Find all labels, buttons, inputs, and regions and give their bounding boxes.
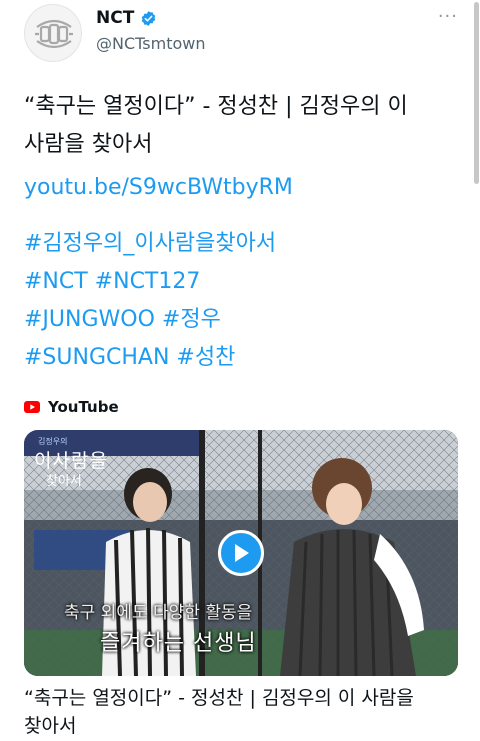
scrollbar-thumb[interactable] <box>474 2 479 184</box>
hashtag-line[interactable]: #NCT #NCT127 <box>24 263 276 301</box>
verified-badge-icon <box>142 10 156 26</box>
card-title[interactable]: “축구는 열정이다” - 정성찬 | 김정우의 이 사람을 찾아서 <box>24 684 464 740</box>
show-logo-title: 이사람을 <box>34 450 108 472</box>
handle[interactable]: @NCTsmtown <box>96 34 205 53</box>
scrollbar[interactable] <box>472 0 480 200</box>
hashtags: #김정우의_이사람을찾아서 #NCT #NCT127 #JUNGWOO #정우 … <box>24 225 276 377</box>
play-icon <box>235 544 249 562</box>
nct-logo-icon <box>35 19 73 49</box>
more-dots-icon[interactable]: ··· <box>438 6 458 27</box>
card-source: YouTube <box>24 398 119 416</box>
youtube-icon <box>24 401 40 413</box>
show-logo-overlay: 김정우의 이사람을 찾아서 <box>30 434 114 489</box>
tweet-text: “축구는 열정이다” - 정성찬 | 김정우의 이 사람을 찾아서 <box>24 88 464 164</box>
tweet-text-line: “축구는 열정이다” - 정성찬 | 김정우의 이 <box>24 94 408 119</box>
video-card[interactable]: 김정우의 이사람을 찾아서 축구 외에도 다양한 활동을 즐겨하는 선생님 <box>24 430 458 676</box>
card-title-line: 찾아서 <box>24 715 77 737</box>
play-button[interactable] <box>218 530 264 576</box>
video-link[interactable]: youtu.be/S9wcBWtbyRM <box>24 175 293 200</box>
hashtag-line[interactable]: #SUNGCHAN #성찬 <box>24 339 276 377</box>
tweet-header: NCT @NCTsmtown ··· <box>0 0 480 66</box>
hashtag-line[interactable]: #김정우의_이사람을찾아서 <box>24 225 276 263</box>
tweet-text-line: 사람을 찾아서 <box>24 132 153 157</box>
source-label: YouTube <box>48 398 119 416</box>
card-title-line: “축구는 열정이다” - 정성찬 | 김정우의 이 사람을 <box>24 687 414 709</box>
video-subtitle-line: 즐겨하는 선생님 <box>100 631 257 656</box>
show-logo-sub: 찾아서 <box>46 474 82 489</box>
display-name[interactable]: NCT <box>96 8 134 28</box>
avatar[interactable] <box>24 4 82 62</box>
name-row: NCT <box>96 8 157 28</box>
video-subtitle-line: 축구 외에도 다양한 활동을 <box>64 603 253 623</box>
hashtag-line[interactable]: #JUNGWOO #정우 <box>24 301 276 339</box>
